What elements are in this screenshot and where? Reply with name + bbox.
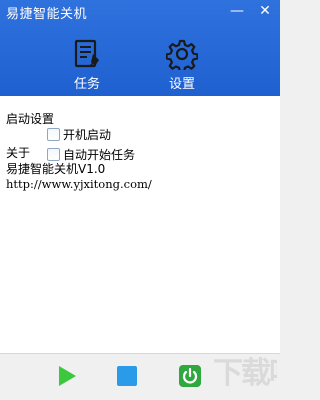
task-list-icon	[74, 39, 99, 68]
app-window: 易捷智能关机 — ✕ 任务 设置 启动设置 开机启动 自动开始任务 关于 易捷智…	[0, 0, 280, 400]
settings-panel: 启动设置 开机启动 自动开始任务 关于 易捷智能关机V1.0 http://ww…	[0, 96, 280, 354]
close-button[interactable]: ✕	[252, 0, 278, 22]
startup-section-title: 启动设置	[6, 112, 55, 126]
nav-tasks[interactable]: 任务	[57, 38, 117, 94]
autorun-checkbox[interactable]	[47, 128, 60, 141]
nav-tasks-label: 任务	[73, 77, 100, 92]
about-section-title: 关于	[6, 146, 31, 160]
stop-icon[interactable]	[115, 364, 139, 388]
watermark-logo: 下载吧	[213, 356, 277, 391]
about-version: 易捷智能关机V1.0	[6, 162, 106, 176]
nav-settings-label: 设置	[168, 77, 195, 92]
power-icon[interactable]	[178, 364, 202, 388]
play-icon[interactable]	[55, 364, 79, 388]
nav-settings[interactable]: 设置	[152, 38, 212, 94]
minimize-button[interactable]: —	[224, 0, 250, 22]
window-title: 易捷智能关机	[6, 7, 88, 22]
header-bar: 易捷智能关机 — ✕ 任务 设置	[0, 0, 280, 96]
gear-icon	[166, 39, 198, 70]
about-url-link[interactable]: http://www.yjxitong.com/	[6, 177, 152, 191]
autorun-label: 开机启动	[63, 128, 112, 142]
startup-option-autorun[interactable]: 开机启动	[47, 126, 111, 143]
